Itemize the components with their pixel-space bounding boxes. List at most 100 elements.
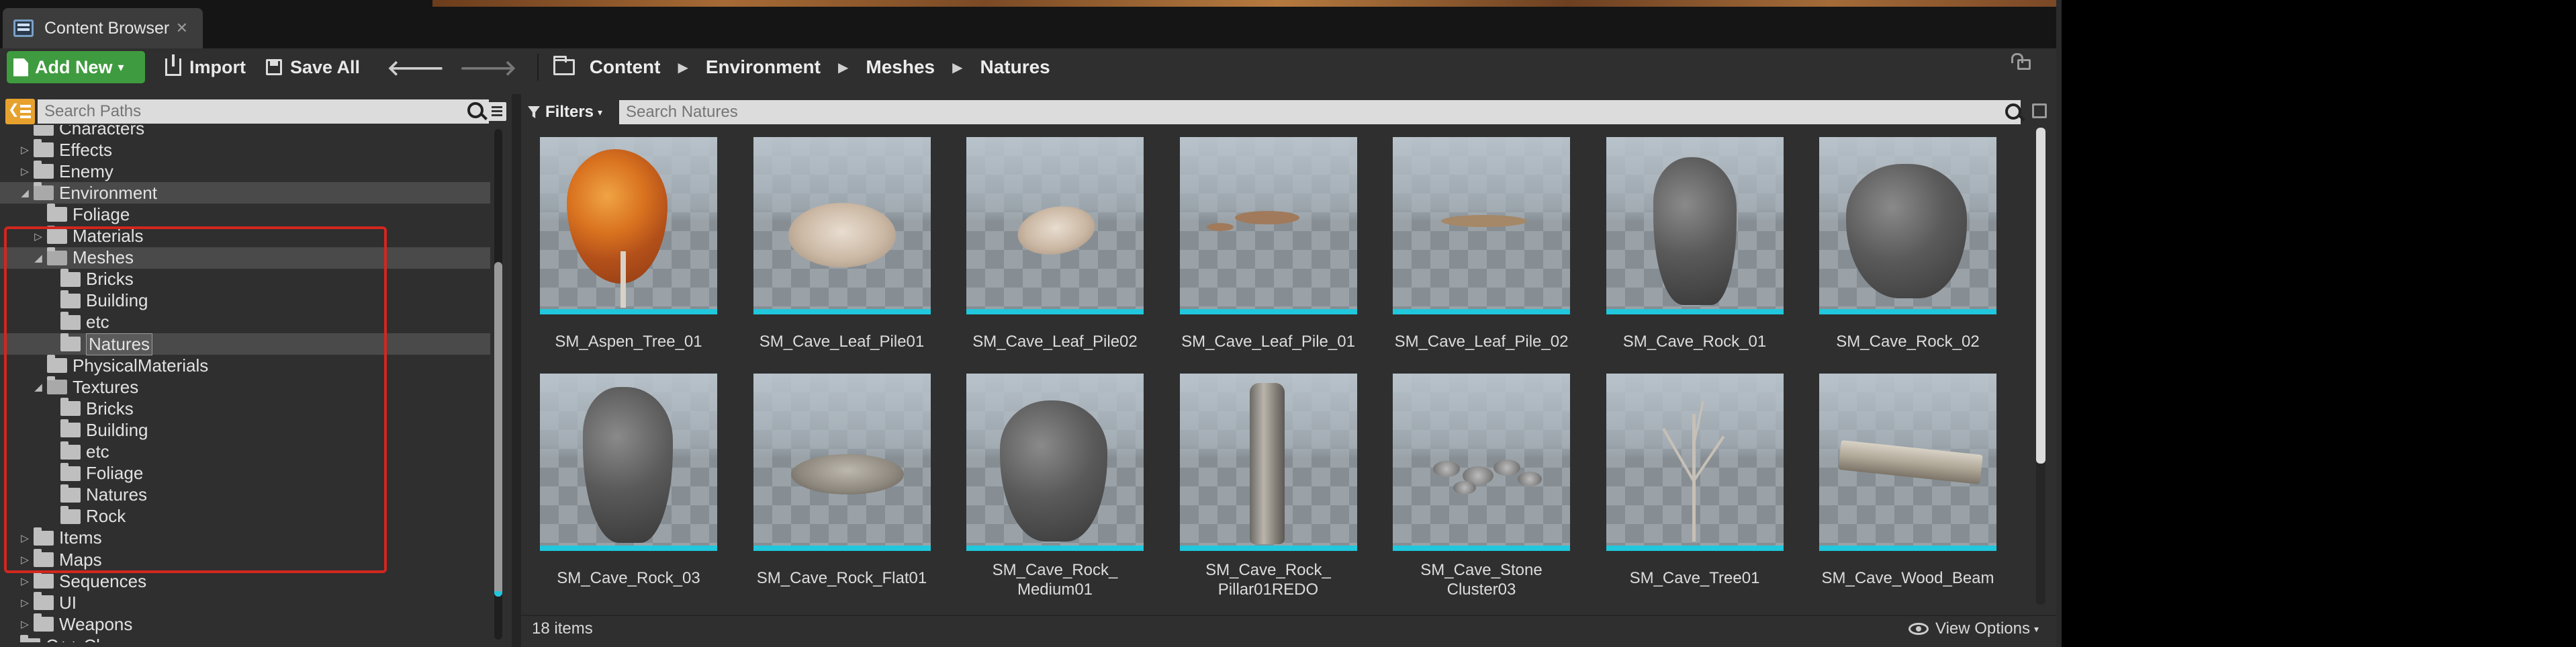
tree-item-weapons[interactable]: ▷ Weapons xyxy=(0,613,490,635)
asset-tile[interactable]: SM_Cave_Leaf_Pile_02 xyxy=(1393,137,1570,356)
tree-item-environment[interactable]: ◢ Environment xyxy=(0,182,490,204)
asset-tile[interactable]: SM_Cave_Rock_02 xyxy=(1819,137,1996,356)
expanded-arrow-icon[interactable]: ◢ xyxy=(32,381,44,393)
tree-item-effects[interactable]: ▷ Effects xyxy=(0,139,490,161)
tree-item-label: etc xyxy=(86,312,109,333)
item-count: 18 items xyxy=(532,619,593,638)
tree-item-label: Bricks xyxy=(86,269,134,290)
collapsed-arrow-icon[interactable]: ▷ xyxy=(19,597,31,609)
content-browser-window: Add New ▾ Import Save All 🡐 🡒 Content ▶ … xyxy=(0,48,2056,647)
asset-tile[interactable]: SM_Cave_Rock_ Pillar01REDO xyxy=(1179,374,1357,599)
collapsed-arrow-icon[interactable]: ▷ xyxy=(19,165,31,177)
breadcrumb-separator-icon[interactable]: ▶ xyxy=(952,59,962,76)
add-new-button[interactable]: Add New ▾ xyxy=(7,51,145,83)
tree-item-materials[interactable]: ▷ Materials xyxy=(0,225,490,247)
tree-item-textures[interactable]: ◢ Textures xyxy=(0,376,490,398)
save-icon xyxy=(266,59,282,75)
asset-thumbnail xyxy=(1179,374,1357,551)
tree-item-building[interactable]: Building xyxy=(0,290,490,312)
asset-tile[interactable]: SM_Cave_Stone Cluster03 xyxy=(1393,374,1570,599)
tree-item-c-classes[interactable]: ▷ C++ Classes xyxy=(0,635,490,642)
collapsed-arrow-icon[interactable]: ▷ xyxy=(32,230,44,243)
save-search-icon[interactable] xyxy=(2032,103,2047,118)
leaf-scatter-shape xyxy=(1441,215,1527,227)
filter-icon xyxy=(528,106,540,118)
collapsed-arrow-icon[interactable]: ▷ xyxy=(5,640,17,642)
tree-item-label: Building xyxy=(86,419,148,440)
asset-tile[interactable]: SM_Cave_Tree01 xyxy=(1606,374,1784,593)
breadcrumb-separator-icon[interactable]: ▶ xyxy=(678,59,688,76)
expanded-arrow-icon[interactable]: ◢ xyxy=(19,187,31,199)
asset-tile[interactable]: SM_Cave_Leaf_Pile02 xyxy=(966,137,1144,356)
folder-icon xyxy=(60,398,81,417)
collapsed-arrow-icon[interactable]: ▷ xyxy=(19,575,31,587)
tree-item-foliage[interactable]: Foliage xyxy=(0,204,490,225)
toolbar: Add New ▾ Import Save All 🡐 🡒 Content ▶ … xyxy=(0,48,2056,86)
asset-scrollbar-thumb[interactable] xyxy=(2036,128,2045,464)
tree-item-etc[interactable]: etc xyxy=(0,441,490,463)
tree-item-foliage[interactable]: Foliage xyxy=(0,462,490,484)
expanded-arrow-icon[interactable]: ◢ xyxy=(32,252,44,264)
tree-item-building[interactable]: Building xyxy=(0,419,490,441)
filters-button[interactable]: Filters ▾ xyxy=(528,103,619,122)
asset-tile[interactable]: SM_Cave_Rock_Flat01 xyxy=(753,374,931,593)
tree-item-bricks[interactable]: Bricks xyxy=(0,268,490,290)
tree-item-natures[interactable]: Natures xyxy=(0,333,490,355)
folder-icon xyxy=(34,125,54,136)
view-options-button[interactable]: View Options ▾ xyxy=(1908,619,2039,638)
tree-item-label: Foliage xyxy=(73,204,130,224)
tree-item-ui[interactable]: ▷ UI xyxy=(0,592,490,613)
back-arrow-icon[interactable]: 🡐 xyxy=(387,54,445,81)
tree-item-bricks[interactable]: Bricks xyxy=(0,398,490,419)
asset-name: SM_Cave_Leaf_Pile01 xyxy=(759,333,925,351)
tree-item-maps[interactable]: ▷ Maps xyxy=(0,549,490,570)
tree-item-characters[interactable]: Characters xyxy=(0,125,490,139)
asset-tile[interactable]: SM_Cave_Rock_ Medium01 xyxy=(966,374,1144,599)
asset-tile[interactable]: SM_Cave_Wood_Beam xyxy=(1819,374,1996,593)
toggle-sources-icon[interactable] xyxy=(5,99,35,124)
tree-item-enemy[interactable]: ▷ Enemy xyxy=(0,161,490,182)
folder-tree: Characters ▷ Effects ▷ Enemy ◢ Environment Foli… xyxy=(0,125,490,642)
asset-scrollbar[interactable] xyxy=(2036,128,2045,605)
tree-item-etc[interactable]: etc xyxy=(0,311,490,333)
panel-splitter[interactable] xyxy=(512,94,521,647)
lock-icon[interactable] xyxy=(2011,53,2031,70)
import-button[interactable]: Import xyxy=(165,54,246,78)
asset-tile[interactable]: SM_Cave_Rock_01 xyxy=(1606,137,1784,356)
close-icon[interactable]: ✕ xyxy=(176,19,188,37)
tree-item-label: Weapons xyxy=(59,613,133,634)
tree-item-natures[interactable]: Natures xyxy=(0,484,490,506)
asset-search-input[interactable] xyxy=(619,100,2021,124)
asset-tile[interactable]: SM_Cave_Leaf_Pile_01 xyxy=(1179,137,1357,356)
breadcrumb-natures[interactable]: Natures xyxy=(980,56,1050,78)
collapsed-arrow-icon[interactable]: ▷ xyxy=(19,618,31,630)
content-browser-tab[interactable]: Content Browser ✕ xyxy=(3,8,203,48)
tree-trunk-shape xyxy=(620,251,626,308)
tree-item-physicalmaterials[interactable]: PhysicalMaterials xyxy=(0,355,490,376)
tree-item-label: Enemy xyxy=(59,161,113,181)
tree-scrollbar[interactable] xyxy=(494,129,502,640)
asset-tile[interactable]: SM_Aspen_Tree_01 xyxy=(540,137,717,356)
asset-tile[interactable]: SM_Cave_Leaf_Pile01 xyxy=(753,137,931,356)
title-strip: Content Browser ✕ xyxy=(0,0,2062,50)
breadcrumb-meshes[interactable]: Meshes xyxy=(866,56,935,78)
tree-item-items[interactable]: ▷ Items xyxy=(0,527,490,549)
tree-item-meshes[interactable]: ◢ Meshes xyxy=(0,247,490,269)
asset-tile[interactable]: SM_Cave_Rock_03 xyxy=(540,374,717,593)
collapsed-arrow-icon[interactable]: ▷ xyxy=(19,532,31,544)
folder-icon[interactable] xyxy=(553,56,575,75)
breadcrumb-environment[interactable]: Environment xyxy=(706,56,821,78)
breadcrumb-content[interactable]: Content xyxy=(590,56,661,78)
breadcrumb-separator-icon[interactable]: ▶ xyxy=(838,59,848,76)
collapsed-arrow-icon[interactable]: ▷ xyxy=(19,554,31,566)
tree-item-sequences[interactable]: ▷ Sequences xyxy=(0,570,490,592)
tree-scrollbar-thumb[interactable] xyxy=(494,262,502,597)
save-all-button[interactable]: Save All xyxy=(266,57,360,78)
path-view-options-icon[interactable] xyxy=(488,102,506,121)
tree-item-rock[interactable]: Rock xyxy=(0,505,490,527)
folder-icon xyxy=(47,225,67,244)
collapsed-arrow-icon[interactable]: ▷ xyxy=(19,144,31,156)
asset-thumbnail xyxy=(966,374,1144,551)
forward-arrow-icon[interactable]: 🡒 xyxy=(459,54,517,81)
path-search-input[interactable] xyxy=(38,99,489,124)
